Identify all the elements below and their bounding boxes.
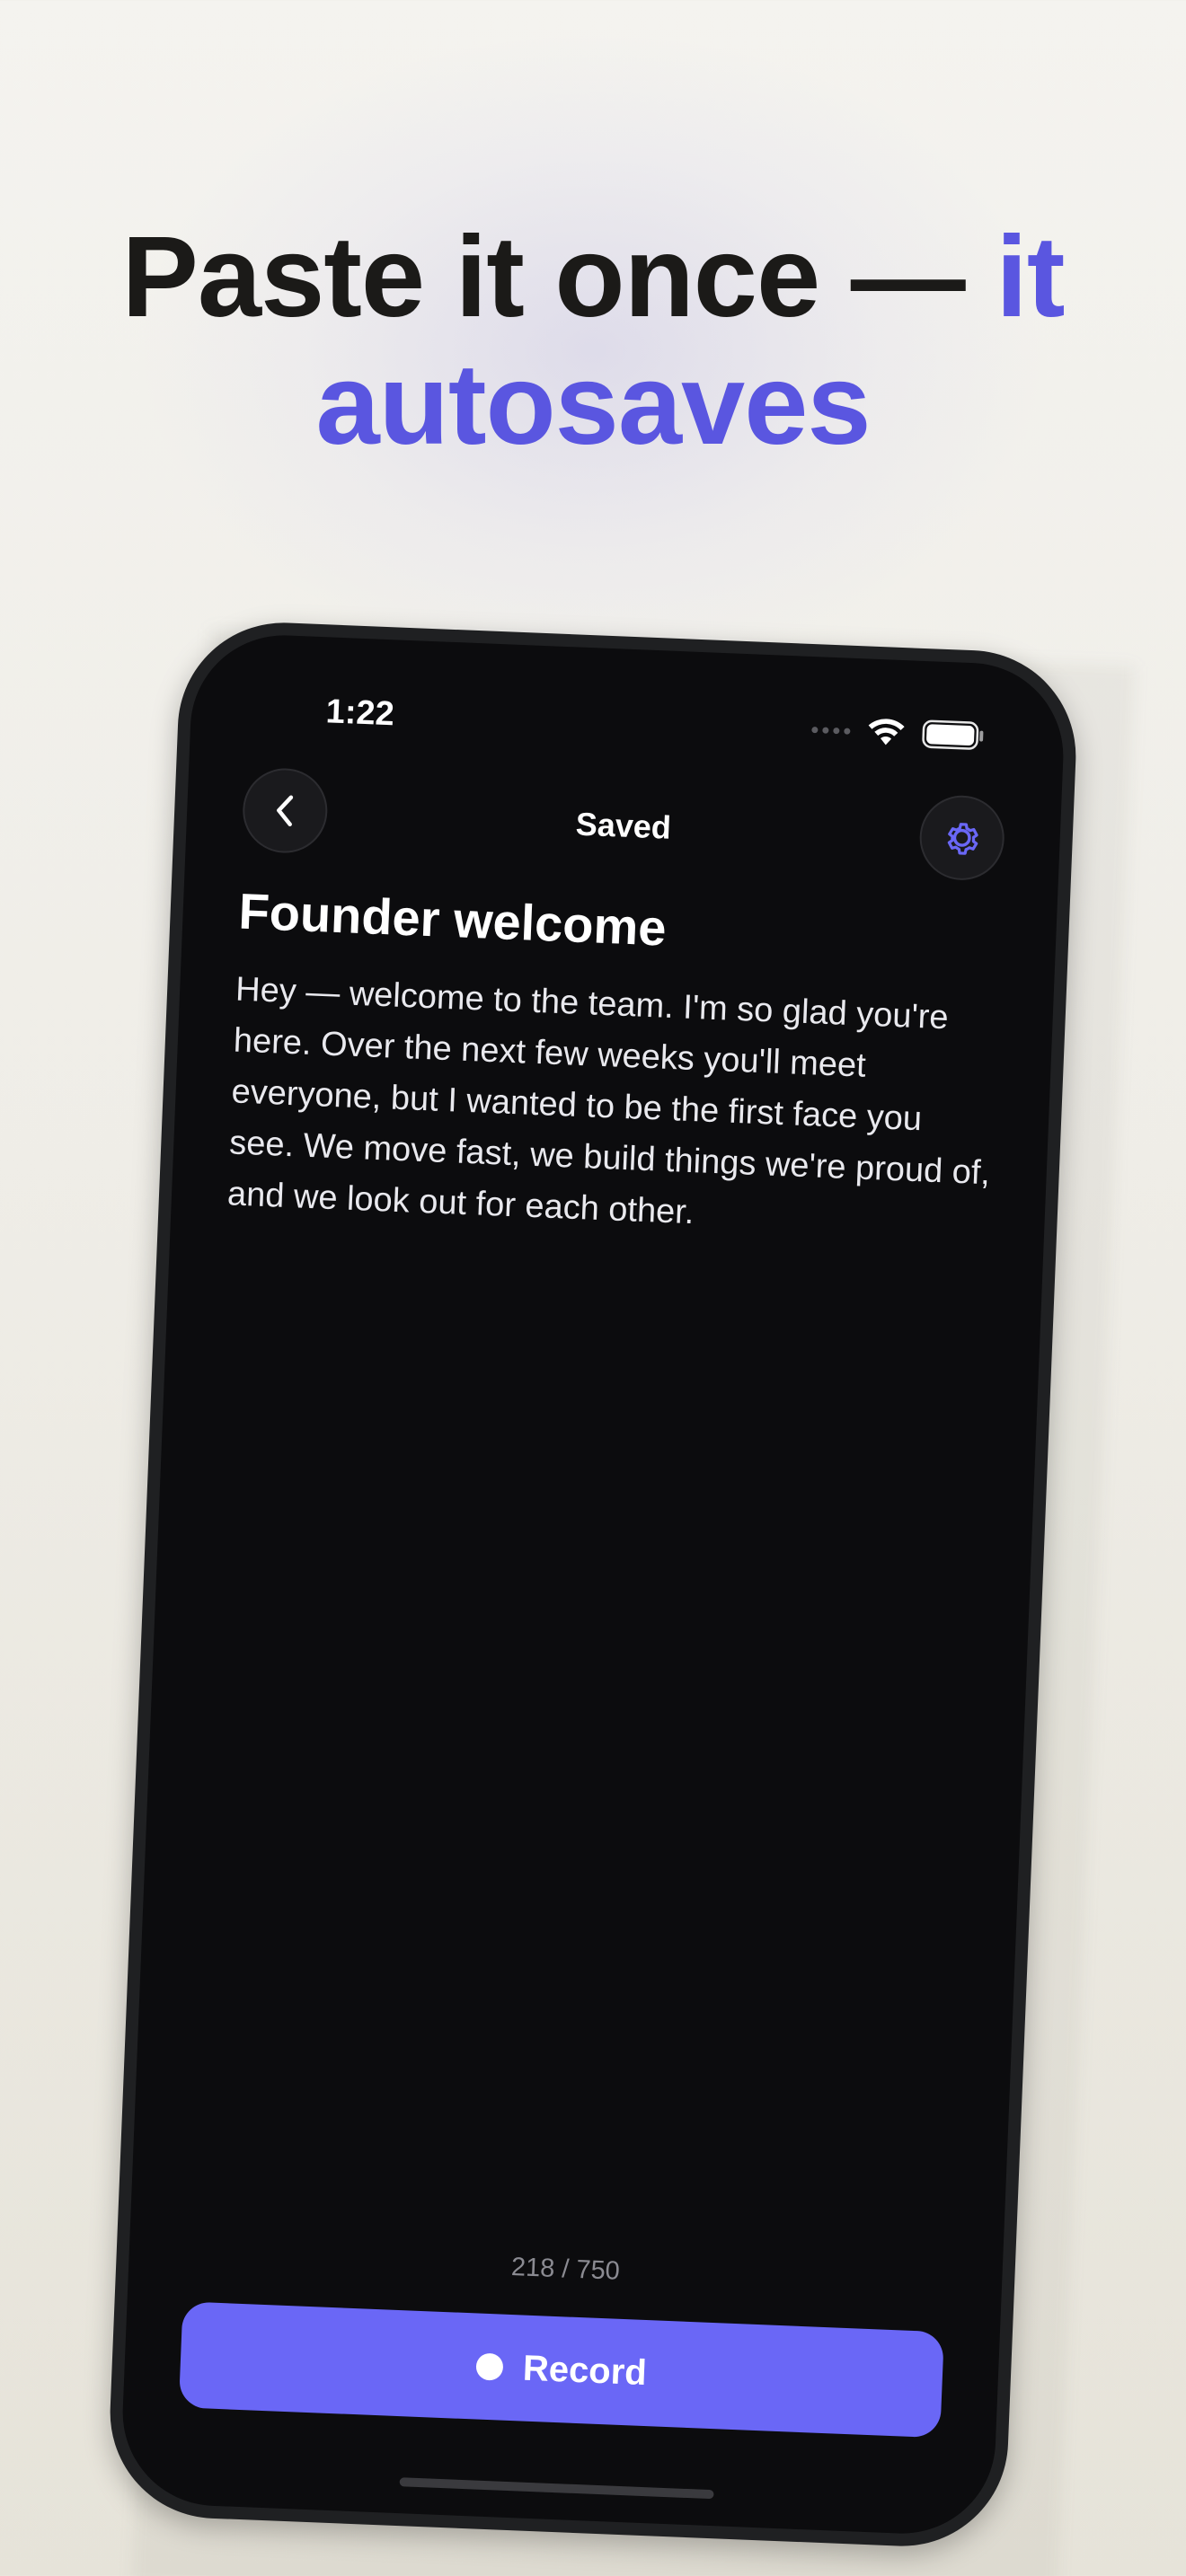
status-time: 1:22	[324, 693, 395, 734]
headline-accent-line2: autosaves	[315, 340, 871, 469]
character-count: 218 / 750	[510, 2252, 621, 2286]
gear-icon	[938, 814, 987, 862]
document-title[interactable]: Founder welcome	[237, 882, 668, 957]
headline-accent: it	[996, 213, 1065, 341]
headline: Paste it once — it autosaves	[0, 214, 1186, 469]
record-button[interactable]: Record	[178, 2301, 944, 2439]
home-indicator[interactable]	[399, 2477, 714, 2500]
cellular-icon	[811, 726, 851, 735]
wifi-icon	[866, 716, 907, 748]
settings-button[interactable]	[917, 793, 1006, 882]
record-button-label: Record	[522, 2348, 648, 2393]
status-icons	[811, 714, 986, 752]
record-dot-icon	[475, 2352, 504, 2381]
phone-frame: 1:22 Saved Founder welcome Hey — welcome…	[106, 618, 1080, 2551]
document-body-editor[interactable]: Hey — welcome to the team. I'm so glad y…	[226, 965, 1000, 1251]
phone-screen: 1:22 Saved Founder welcome Hey — welcome…	[119, 631, 1067, 2537]
battery-icon	[922, 719, 986, 752]
headline-text: Paste it once —	[121, 213, 996, 341]
